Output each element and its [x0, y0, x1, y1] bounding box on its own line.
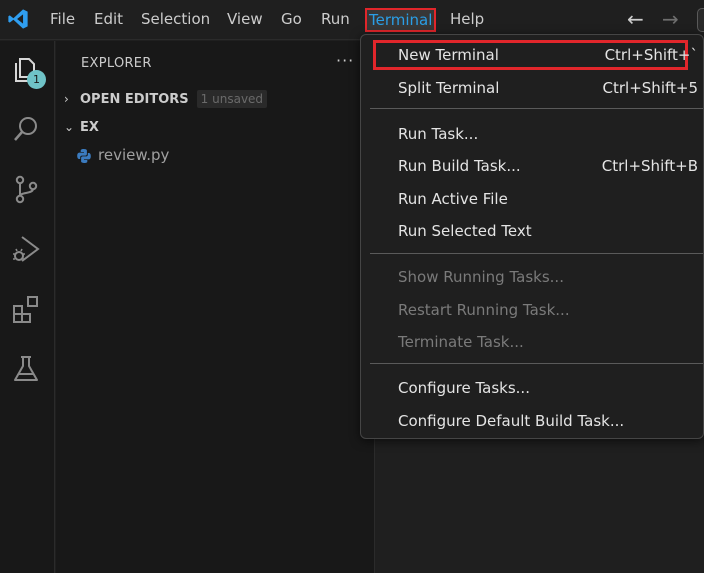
menu-separator	[370, 108, 703, 109]
open-editors-section[interactable]: › OPEN EDITORS 1 unsaved	[64, 88, 268, 110]
menu-terminal[interactable]: Terminal	[365, 8, 437, 32]
back-arrow-icon[interactable]: ←	[627, 9, 644, 29]
menu-run[interactable]: Run	[317, 8, 354, 32]
menu-item-label: Split Terminal	[398, 79, 500, 97]
menu-item-label: Show Running Tasks...	[398, 268, 564, 286]
menu-item-terminate-task: Terminate Task...	[398, 328, 698, 356]
search-icon[interactable]	[10, 113, 42, 145]
menu-item-label: Terminate Task...	[398, 333, 524, 351]
menu-item-configure-default-build-task[interactable]: Configure Default Build Task...	[398, 407, 698, 435]
menu-item-shortcut: Ctrl+Shift+B	[601, 157, 698, 175]
menu-item-label: Run Selected Text	[398, 222, 532, 240]
menu-item-label: Run Task...	[398, 125, 479, 143]
menu-item-shortcut: Ctrl+Shift+5	[602, 79, 698, 97]
activity-bar: 1	[0, 41, 55, 573]
chevron-down-icon: ⌄	[64, 120, 75, 134]
folder-section[interactable]: ⌄ EX	[64, 116, 99, 138]
vscode-logo-icon	[8, 9, 28, 29]
menu-item-shortcut: Ctrl+Shift+`	[604, 46, 698, 64]
menu-item-run-build-task[interactable]: Run Build Task... Ctrl+Shift+B	[398, 152, 698, 180]
menu-item-run-active-file[interactable]: Run Active File	[398, 185, 698, 213]
menu-go[interactable]: Go	[277, 8, 306, 32]
explorer-badge: 1	[27, 70, 46, 89]
terminal-menu-dropdown: New Terminal Ctrl+Shift+` Split Terminal…	[360, 34, 704, 439]
more-actions-icon[interactable]: ···	[336, 51, 354, 70]
chevron-right-icon: ›	[64, 92, 69, 106]
menu-item-label: Run Active File	[398, 190, 508, 208]
menu-file[interactable]: File	[46, 8, 79, 32]
source-control-icon[interactable]	[10, 173, 42, 205]
menu-help[interactable]: Help	[446, 8, 488, 32]
menu-selection[interactable]: Selection	[137, 8, 214, 32]
open-editors-label: OPEN EDITORS	[80, 92, 189, 107]
file-item-review-py[interactable]: review.py	[76, 144, 169, 166]
menu-item-show-running-tasks: Show Running Tasks...	[398, 263, 698, 291]
run-debug-icon[interactable]	[10, 233, 42, 265]
menu-view[interactable]: View	[223, 8, 267, 32]
menu-item-run-task[interactable]: Run Task...	[398, 120, 698, 148]
python-file-icon	[77, 148, 91, 163]
unsaved-badge: 1 unsaved	[196, 90, 268, 108]
folder-label: EX	[80, 120, 99, 135]
menu-item-label: Configure Tasks...	[398, 379, 530, 397]
menu-item-label: Restart Running Task...	[398, 301, 570, 319]
explorer-sidebar: EXPLORER ··· › OPEN EDITORS 1 unsaved ⌄ EX …	[56, 41, 375, 573]
menu-item-label: Configure Default Build Task...	[398, 412, 625, 430]
menu-item-run-selected-text[interactable]: Run Selected Text	[398, 217, 698, 245]
menu-item-configure-tasks[interactable]: Configure Tasks...	[398, 374, 698, 402]
menu-separator	[370, 253, 703, 254]
menu-item-label: New Terminal	[398, 46, 499, 64]
sidebar-title: EXPLORER	[81, 56, 152, 71]
menu-item-restart-running-task: Restart Running Task...	[398, 296, 698, 324]
menu-item-label: Run Build Task...	[398, 157, 521, 175]
forward-arrow-icon[interactable]: →	[662, 9, 679, 29]
file-name: review.py	[98, 146, 170, 164]
menu-item-new-terminal[interactable]: New Terminal Ctrl+Shift+`	[398, 41, 698, 69]
menu-item-split-terminal[interactable]: Split Terminal Ctrl+Shift+5	[398, 74, 698, 102]
command-center-search[interactable]	[697, 8, 704, 32]
menu-separator	[370, 363, 703, 364]
menu-edit[interactable]: Edit	[90, 8, 127, 32]
extensions-icon[interactable]	[10, 293, 42, 325]
testing-icon[interactable]	[10, 353, 42, 385]
